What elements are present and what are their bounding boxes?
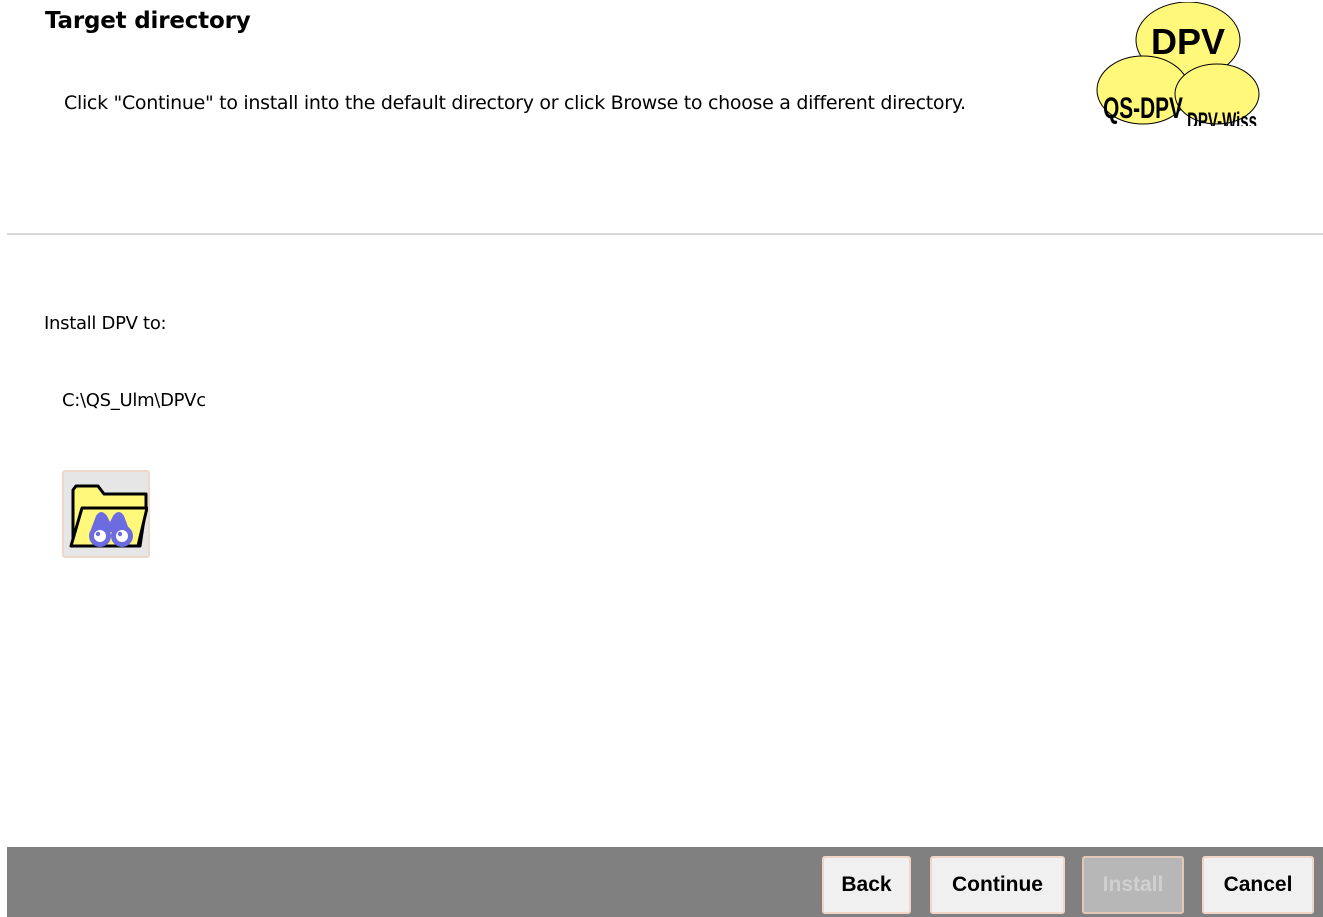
install-button[interactable]: Install [1082, 856, 1184, 914]
back-button[interactable]: Back [822, 856, 911, 914]
logo-right-label: DPV-Wiss [1187, 109, 1257, 126]
install-label: Install DPV to: [44, 313, 167, 334]
page-title: Target directory [45, 8, 251, 34]
header-panel: Target directory Click "Continue" to ins… [0, 0, 1323, 233]
header-divider [7, 233, 1323, 235]
continue-button[interactable]: Continue [930, 856, 1065, 914]
folder-binoculars-icon [69, 484, 148, 548]
page-subtitle: Click "Continue" to install into the def… [64, 92, 966, 114]
browse-button[interactable] [62, 470, 150, 558]
dpv-logo: DPV QS-DPV DPV-Wiss [1096, 2, 1260, 126]
logo-top-label: DPV [1151, 21, 1225, 62]
logo-left-label: QS-DPV [1103, 93, 1183, 126]
cancel-button[interactable]: Cancel [1202, 856, 1314, 914]
install-path: C:\QS_Ulm\DPVc [62, 390, 206, 411]
